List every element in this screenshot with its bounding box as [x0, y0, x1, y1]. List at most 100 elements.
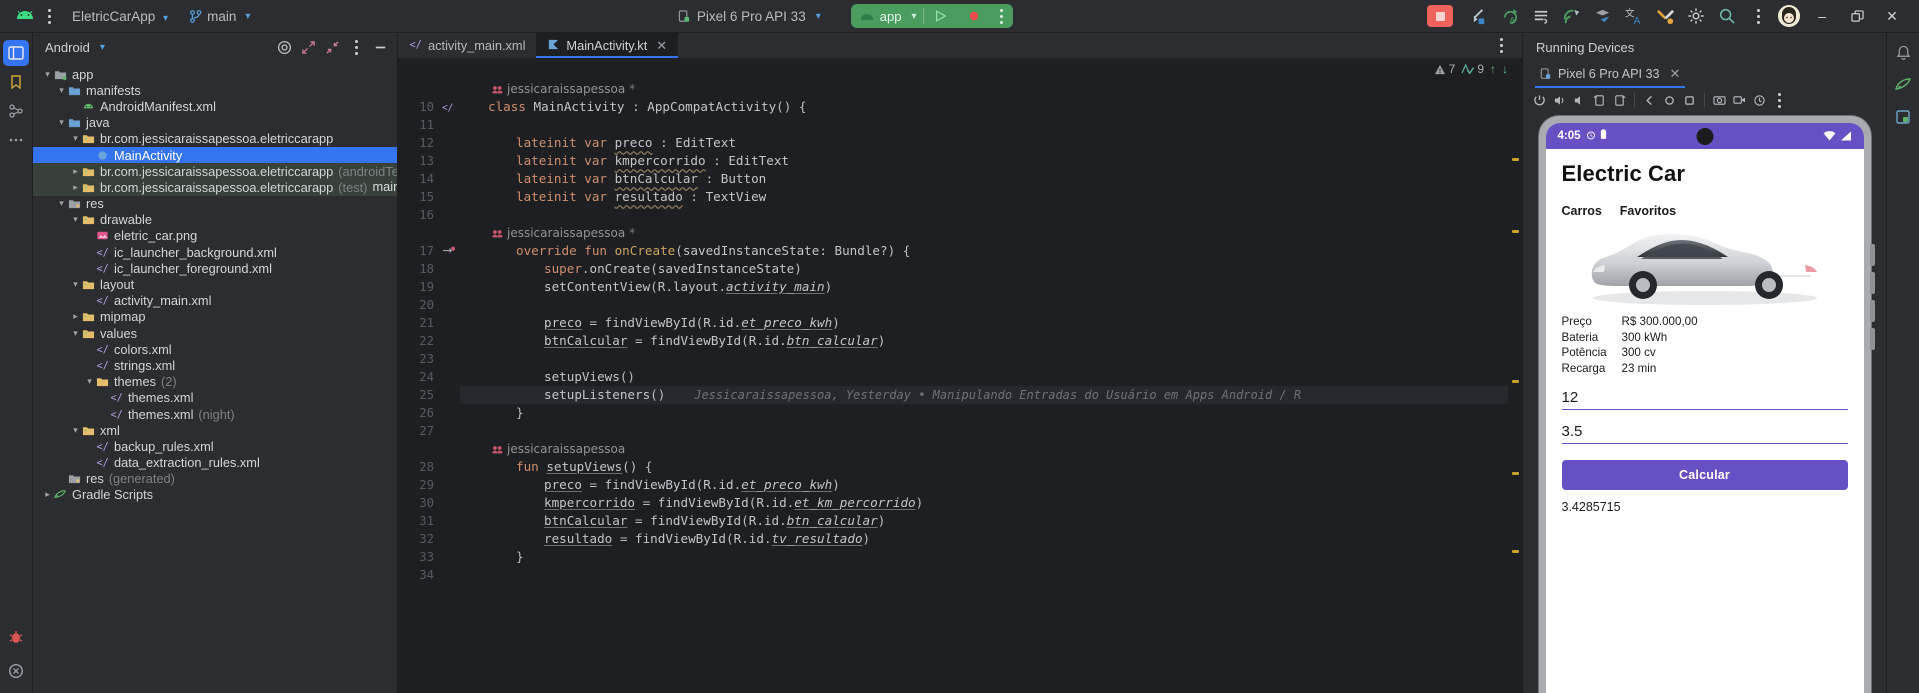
code-line[interactable]: lateinit var resultado : TextView: [460, 188, 1522, 206]
close-icon[interactable]: ✕: [656, 38, 667, 54]
code-line[interactable]: fun setupViews() {: [460, 458, 1522, 476]
minimize-button[interactable]: –: [1805, 2, 1839, 30]
phone-screen[interactable]: 4:05 Electric Car Carros Favoritos Preço…: [1545, 123, 1864, 693]
code-line[interactable]: [460, 206, 1522, 224]
code-line[interactable]: [460, 422, 1522, 440]
tree-item-mipmap[interactable]: ▸ mipmap: [33, 309, 397, 325]
tree-item-colors-xml[interactable]: </> colors.xml: [33, 341, 397, 357]
code-line[interactable]: btnCalcular = findViewById(R. id. btn_calc…: [460, 332, 1522, 350]
device-more-icon[interactable]: [1770, 90, 1789, 110]
code-line[interactable]: setupViews(): [460, 368, 1522, 386]
emulator-view[interactable]: 4:05 Electric Car Carros Favoritos Preço…: [1523, 113, 1886, 693]
tree-item-themes-xml[interactable]: </> themes.xml: [33, 390, 397, 406]
tree-item-manifests[interactable]: ▾ manifests: [33, 82, 397, 98]
code-line[interactable]: preco = findViewById(R. id. et_preco_kwh): [460, 476, 1522, 494]
gutter-line[interactable]: 22: [398, 332, 460, 350]
problems-icon[interactable]: [3, 658, 29, 684]
gradle-sync-icon[interactable]: [1557, 2, 1587, 30]
tree-item-values[interactable]: ▾ values: [33, 325, 397, 341]
gutter-line[interactable]: 14: [398, 170, 460, 188]
gutter-line[interactable]: 10 </>: [398, 98, 460, 116]
app-tab-favoritos[interactable]: Favoritos: [1620, 204, 1676, 218]
search-icon[interactable]: [1712, 2, 1742, 30]
history-icon[interactable]: [1750, 90, 1769, 110]
gutter-line[interactable]: 19: [398, 278, 460, 296]
project-name-button[interactable]: EletricCarApp ▾: [62, 6, 173, 27]
more-tools-icon[interactable]: [3, 127, 29, 153]
more-options-icon[interactable]: [1743, 2, 1773, 30]
device-manager-icon[interactable]: [1890, 104, 1916, 130]
app-tab-carros[interactable]: Carros: [1562, 204, 1602, 218]
gutter-line[interactable]: 15: [398, 188, 460, 206]
tree-item-activity-main-xml[interactable]: </> activity_main.xml: [33, 293, 397, 309]
gutter-line[interactable]: 11: [398, 116, 460, 134]
gradle-icon[interactable]: [1890, 72, 1916, 98]
chevron-down-icon[interactable]: ▾: [56, 117, 67, 128]
run-config-selector[interactable]: app ▾: [851, 4, 924, 28]
code-lines[interactable]: jessicaraissapessoa * class MainActivity :…: [460, 80, 1522, 693]
redo-icon[interactable]: A: [1495, 2, 1525, 30]
tree-item-androidmanifest-xml[interactable]: AndroidManifest.xml: [33, 98, 397, 114]
hide-panel-icon[interactable]: [369, 36, 391, 58]
volume-rocker[interactable]: [1869, 244, 1875, 364]
chevron-down-icon[interactable]: ▾: [56, 85, 67, 96]
chevron-down-icon[interactable]: ▾: [100, 42, 105, 53]
tree-item-drawable[interactable]: ▾ drawable: [33, 212, 397, 228]
tree-item-mainactivity[interactable]: MainActivity: [33, 146, 397, 164]
gutter-line[interactable]: 20: [398, 296, 460, 314]
gutter-line[interactable]: 33: [398, 548, 460, 566]
volume-down-icon[interactable]: [1570, 90, 1589, 110]
expand-all-icon[interactable]: [297, 36, 319, 58]
debug-icon[interactable]: [3, 624, 29, 650]
gutter-line[interactable]: 34: [398, 566, 460, 584]
notifications-icon[interactable]: [1890, 40, 1916, 66]
editor-options-icon[interactable]: [1490, 33, 1522, 58]
gutter-line[interactable]: 18: [398, 260, 460, 278]
project-tool-icon[interactable]: [3, 40, 29, 66]
code-line[interactable]: preco = findViewById(R. id. et_preco_kwh): [460, 314, 1522, 332]
chevron-right-icon[interactable]: ▸: [70, 311, 81, 322]
project-tree[interactable]: ▾ app ▾ manifests AndroidManifest.xml ▾ java ▾ b…: [33, 61, 397, 693]
code-line[interactable]: setContentView(R. layout. activity_main): [460, 278, 1522, 296]
tree-item-br-com-jessicaraissapessoa-eletriccarapp[interactable]: ▸ br.com.jessicaraissapessoa.eletriccarap…: [33, 163, 397, 180]
code-line[interactable]: [460, 350, 1522, 368]
code-line[interactable]: setupListeners() Jessicaraissapessoa, Ye…: [460, 386, 1522, 404]
tree-item-strings-xml[interactable]: </> strings.xml: [33, 357, 397, 373]
project-view-selector[interactable]: Android: [45, 40, 90, 55]
warnings-count[interactable]: 7: [1434, 62, 1455, 76]
tree-item-ic-launcher-foreground-xml[interactable]: </> ic_launcher_foreground.xml: [33, 260, 397, 276]
code-line[interactable]: }: [460, 404, 1522, 422]
gutter-line[interactable]: 31: [398, 512, 460, 530]
tree-item-br-com-jessicaraissapessoa-eletriccarapp[interactable]: ▸ br.com.jessicaraissapessoa.eletriccarap…: [33, 179, 397, 196]
calcular-button[interactable]: Calcular: [1561, 460, 1848, 490]
maximize-button[interactable]: [1840, 2, 1874, 30]
undo-refactor-icon[interactable]: [1464, 2, 1494, 30]
rotate-right-icon[interactable]: [1610, 90, 1629, 110]
editor-tab-activity-main-xml[interactable]: </> activity_main.xml: [398, 33, 536, 58]
overview-icon[interactable]: [1680, 90, 1699, 110]
tree-item-eletric-car-png[interactable]: eletric_car.png: [33, 228, 397, 244]
next-problem-icon[interactable]: ↓: [1502, 62, 1508, 76]
gutter-line[interactable]: 25: [398, 386, 460, 404]
chevron-right-icon[interactable]: ▸: [42, 489, 53, 500]
gutter-icon[interactable]: </>: [438, 101, 458, 113]
code-line[interactable]: super. onCreate(savedInstanceState): [460, 260, 1522, 278]
code-area[interactable]: 10 </> 11 12 13 14 15 16 17 18 19 20 21 22 23 24 25 26 27 2…: [398, 80, 1522, 693]
device-tab[interactable]: Pixel 6 Pro API 33 ✕: [1533, 63, 1687, 88]
code-line[interactable]: lateinit var btnCalcular : Button: [460, 170, 1522, 188]
chevron-right-icon[interactable]: ▸: [70, 166, 81, 177]
home-icon[interactable]: [1660, 90, 1679, 110]
code-line[interactable]: }: [460, 548, 1522, 566]
close-icon[interactable]: ✕: [1670, 66, 1681, 82]
structure-icon[interactable]: [3, 98, 29, 124]
code-line[interactable]: lateinit var preco : EditText: [460, 134, 1522, 152]
gutter-line[interactable]: 17: [398, 242, 460, 260]
code-line[interactable]: lateinit var kmpercorrido : EditText: [460, 152, 1522, 170]
chevron-down-icon[interactable]: ▾: [56, 198, 67, 209]
tree-item-res[interactable]: res (generated): [33, 471, 397, 487]
chevron-down-icon[interactable]: ▾: [70, 425, 81, 436]
translate-icon[interactable]: 文A: [1619, 2, 1649, 30]
gutter-line[interactable]: 16: [398, 206, 460, 224]
format-code-icon[interactable]: [1526, 2, 1556, 30]
tree-item-ic-launcher-background-xml[interactable]: </> ic_launcher_background.xml: [33, 244, 397, 260]
